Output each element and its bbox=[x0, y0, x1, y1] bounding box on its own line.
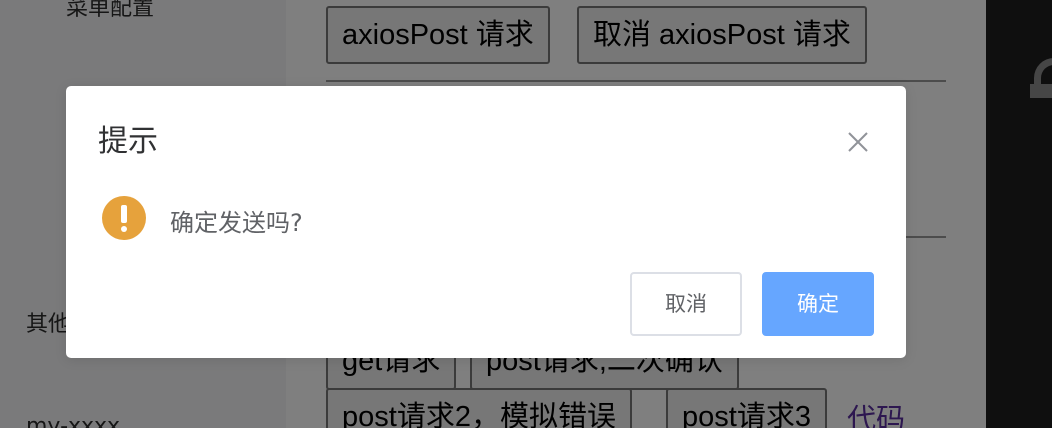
confirm-dialog: 提示 确定发送吗? 取消 确定 bbox=[66, 86, 906, 358]
dialog-message: 确定发送吗? bbox=[170, 209, 303, 237]
confirm-button[interactable]: 确定 bbox=[762, 272, 874, 336]
warning-icon bbox=[102, 196, 146, 240]
dialog-title: 提示 bbox=[98, 124, 158, 159]
close-icon[interactable] bbox=[846, 130, 870, 154]
cancel-button[interactable]: 取消 bbox=[630, 272, 742, 336]
